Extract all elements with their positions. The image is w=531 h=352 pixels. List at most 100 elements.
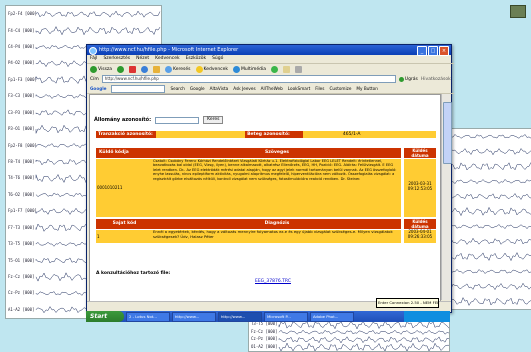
home-icon[interactable] xyxy=(153,66,161,73)
browser-window: http://www.ncf.hu/hfile.php - Microsoft … xyxy=(86,44,454,313)
google-item-alltheweb[interactable]: AllTheWeb xyxy=(261,86,283,91)
address-label: Cím xyxy=(90,76,99,82)
transaction-value xyxy=(156,131,245,138)
favorites-button[interactable]: Kedvencek xyxy=(195,66,228,73)
eeg-trace xyxy=(442,297,531,306)
taskbar-item-lotus[interactable]: 2 - Lotus Not... xyxy=(126,311,170,322)
menu-edit[interactable]: Szerkesztés xyxy=(103,55,130,63)
google-toolbar: Google Search Google AltaVista Ask Jeeve… xyxy=(87,84,454,94)
history-icon[interactable] xyxy=(271,66,279,73)
forward-arrow-icon[interactable] xyxy=(117,66,125,73)
go-button[interactable]: Ugrás xyxy=(398,76,418,82)
eeg-trace xyxy=(442,252,531,262)
menu-file[interactable]: Fájl xyxy=(90,55,97,63)
file-id-form: Állomány azonosító: Keres xyxy=(94,116,224,124)
taskbar-tooltip: Enter Connexion 2.50 - NEM FELÜGYELT xyxy=(376,298,439,308)
header-sent-date: Küldés dátuma xyxy=(404,148,436,158)
google-item-looksmart[interactable]: LookSmart xyxy=(288,86,310,91)
eeg-trace xyxy=(442,179,531,185)
page-content: Állomány azonosító: Keres Tranzakció azo… xyxy=(89,94,441,302)
media-button[interactable]: Multimédia xyxy=(233,66,266,73)
google-item-mybutton[interactable]: My Button xyxy=(356,86,377,91)
google-logo: Google xyxy=(90,86,107,91)
google-item-askjeeves[interactable]: Ask Jeeves xyxy=(233,86,255,91)
transaction-row: Tranzakció azonosító: Beteg azonosító: 4… xyxy=(96,131,436,138)
print-icon[interactable] xyxy=(295,66,303,73)
ie-icon xyxy=(89,47,97,55)
attachment-link[interactable]: EEG_37876.TRC xyxy=(255,279,291,284)
mail-icon[interactable] xyxy=(283,66,291,73)
star-icon xyxy=(195,66,203,73)
google-search-input[interactable] xyxy=(111,84,166,93)
scrollbar-thumb[interactable] xyxy=(443,102,452,164)
eeg-trace xyxy=(442,268,531,274)
record-code-cell: 0001010211 xyxy=(96,159,154,217)
menu-bar: Fájl Szerkesztés Nézet Kedvencek Eszközö… xyxy=(87,55,454,63)
header-sub-sent-date: Küldés dátuma xyxy=(404,219,436,229)
sub-text-cell: Ennél a egyetértek, kérdés, hogy a válto… xyxy=(153,230,401,243)
eeg-trace xyxy=(442,134,531,139)
record-text-cell: Csatolt: Csobány Ferenc Kórházi Rendelői… xyxy=(153,159,401,217)
eeg-trace xyxy=(442,206,531,217)
eeg-trace xyxy=(442,237,531,246)
header-diagnosis: Diagnózis xyxy=(153,219,401,229)
menu-view[interactable]: Nézet xyxy=(136,55,149,63)
eeg-trace xyxy=(35,25,161,36)
media-icon xyxy=(233,66,241,73)
google-item-files[interactable]: Files xyxy=(315,86,324,91)
search-icon xyxy=(165,66,173,73)
google-item-altavista[interactable]: AltaVista xyxy=(210,86,229,91)
file-id-label: Állomány azonosító: xyxy=(94,117,152,123)
taskbar-item-browser-1[interactable]: http://www... xyxy=(172,311,216,322)
file-id-search-button[interactable]: Keres xyxy=(203,116,224,124)
address-input[interactable]: http://www.ncf.hu/hfile.php xyxy=(101,75,396,83)
back-button[interactable]: Vissza xyxy=(90,66,112,73)
address-bar: Cím http://www.ncf.hu/hfile.php Ugrás Hi… xyxy=(87,75,454,83)
eeg-trace xyxy=(442,148,531,156)
vertical-scrollbar[interactable] xyxy=(441,94,452,300)
eeg-trace xyxy=(35,10,161,18)
header-own-code: Sajat kód xyxy=(96,219,153,229)
title-bar[interactable]: http://www.ncf.hu/hfile.php - Microsoft … xyxy=(87,45,451,56)
sub-date-cell: 2003-04-01 09:26:33:05 xyxy=(404,229,436,243)
menu-favorites[interactable]: Kedvencek xyxy=(155,55,179,63)
eeg-trace xyxy=(442,224,531,230)
header-text: Szöveges xyxy=(153,148,401,158)
menu-help[interactable]: Súgó xyxy=(212,55,223,63)
transaction-label: Tranzakció azonosító: xyxy=(96,131,156,138)
eeg-trace xyxy=(278,329,449,335)
patient-id-label: Beteg azonosító: xyxy=(245,131,303,138)
menu-tools[interactable]: Eszközök xyxy=(186,55,206,63)
taskbar-item-photoshop[interactable]: Adobe Phot... xyxy=(310,311,354,322)
file-id-input[interactable] xyxy=(155,116,200,124)
sub-code-cell: 1 xyxy=(96,230,154,243)
system-tray[interactable] xyxy=(404,311,450,322)
window-title: http://www.ncf.hu/hfile.php - Microsoft … xyxy=(99,47,239,53)
eeg-trace xyxy=(278,321,449,330)
desktop-thumbnail-icon[interactable] xyxy=(510,5,526,18)
patient-id-value: 465/1-A xyxy=(342,132,361,137)
eeg-trace xyxy=(442,193,531,200)
eeg-trace xyxy=(278,336,449,344)
google-item-customize[interactable]: Customize xyxy=(329,86,351,91)
stop-icon[interactable] xyxy=(129,66,137,73)
eeg-trace xyxy=(442,282,531,291)
taskbar-item-powerpoint[interactable]: Microsoft P... xyxy=(264,311,308,322)
eeg-trace xyxy=(442,162,531,171)
refresh-icon[interactable] xyxy=(141,66,149,73)
back-arrow-icon xyxy=(90,66,97,73)
search-button[interactable]: Keresés xyxy=(165,66,191,73)
header-sender-code: Küldő kódja xyxy=(96,148,153,158)
google-item-google[interactable]: Google xyxy=(190,86,205,91)
standard-toolbar: Vissza Keresés Kedvencek Multimédia xyxy=(87,63,454,75)
taskbar: Start 2 - Lotus Not... http://www... htt… xyxy=(86,311,450,322)
go-arrow-icon xyxy=(398,76,404,82)
links-label[interactable]: Hivatkozások xyxy=(421,77,451,82)
eeg-traces-bottom-panel: T3-T5 [000] Fz-Cz [000] Cz-Pz [000] O1-A2 [… xyxy=(248,320,450,352)
record-date-cell: 2003-03-31 09:12:53:05 xyxy=(404,159,436,217)
attachment-label: A konzultációhoz tartozó file: xyxy=(96,271,171,276)
eeg-traces-right-panel xyxy=(440,128,531,310)
taskbar-item-browser-2[interactable]: http://www... xyxy=(218,311,262,322)
start-button[interactable]: Start xyxy=(86,311,124,322)
google-search-button[interactable]: Search xyxy=(170,86,184,91)
